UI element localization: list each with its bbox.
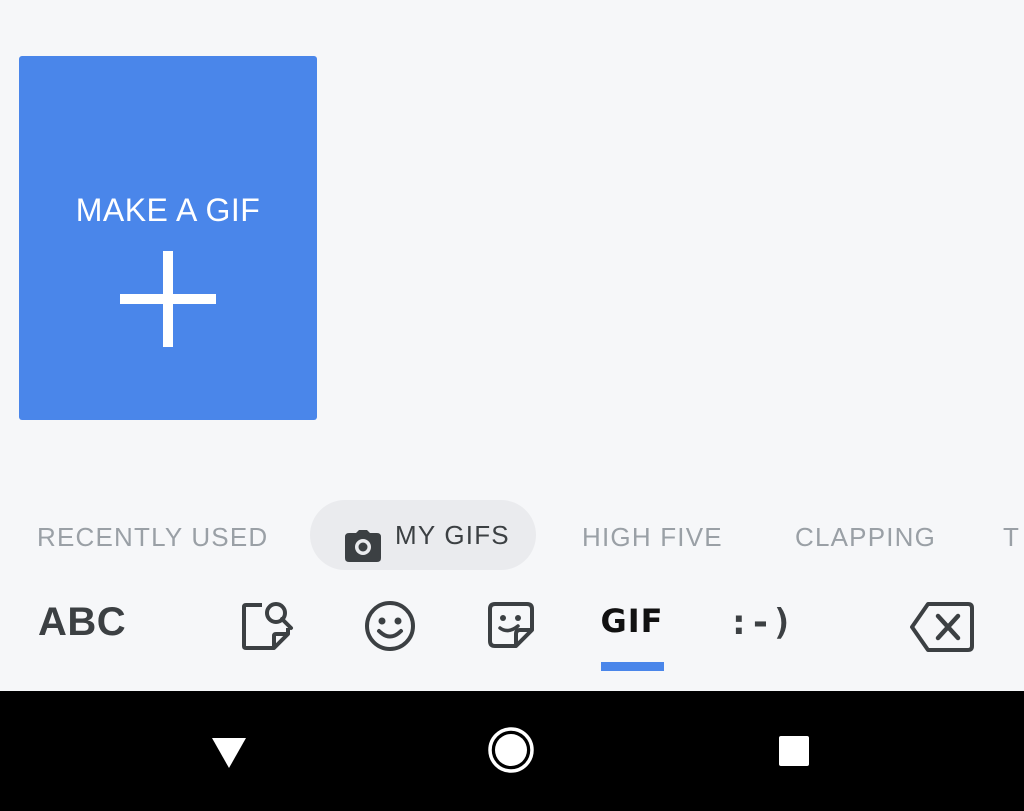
recents-icon[interactable] [778,735,810,767]
make-a-gif-label: MAKE A GIF [75,192,261,228]
gif-category-bar: RECENTLY USED MY GIFS HIGH FIVE CLAPPING… [0,497,1024,577]
keyboard-mode-bar: ABC GIF :-) [0,580,1024,690]
system-navigation-bar [0,691,1024,811]
gif-tab[interactable]: GIF [598,602,666,640]
sticker-icon[interactable] [486,600,536,650]
make-a-gif-button[interactable]: MAKE A GIF [19,56,317,420]
gif-tab-selected-indicator [601,662,664,671]
plus-icon [120,251,216,347]
abc-keyboard-button[interactable]: ABC [38,600,126,645]
emoticon-tab[interactable]: :-) [728,602,793,643]
category-recently-used[interactable]: RECENTLY USED [37,497,268,577]
home-icon[interactable] [487,726,535,774]
emoji-icon[interactable] [362,598,418,654]
category-clapping[interactable]: CLAPPING [795,497,936,577]
sticker-search-icon[interactable] [240,598,296,654]
gif-content-area: MAKE A GIF [0,0,1024,492]
category-high-five[interactable]: HIGH FIVE [582,497,723,577]
camera-icon [345,518,381,562]
category-next-partial[interactable]: T [1003,497,1020,577]
back-icon[interactable] [210,736,248,770]
category-my-gifs-label: MY GIFS [395,520,510,550]
category-my-gifs[interactable]: MY GIFS [310,500,536,570]
backspace-icon[interactable] [908,600,976,654]
